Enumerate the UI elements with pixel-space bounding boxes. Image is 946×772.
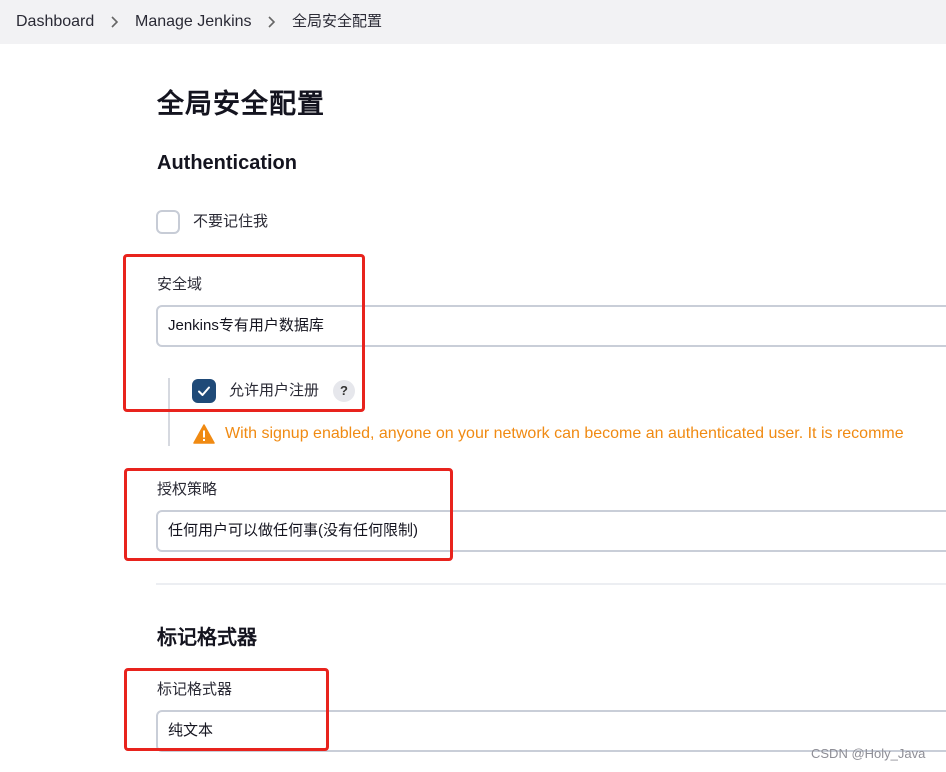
annotation-box-authorization: [124, 468, 453, 561]
chevron-right-icon: [265, 14, 279, 30]
annotation-box-security-realm: [123, 254, 365, 412]
chevron-right-icon: [108, 14, 122, 30]
remember-me-checkbox[interactable]: [156, 210, 180, 234]
breadcrumb-manage-jenkins[interactable]: Manage Jenkins: [135, 12, 252, 32]
breadcrumb-global-security[interactable]: 全局安全配置: [292, 12, 382, 32]
page-title: 全局安全配置: [157, 89, 325, 119]
signup-warning-text: With signup enabled, anyone on your netw…: [225, 425, 904, 442]
annotation-box-markup-formatter: [124, 668, 329, 751]
section-title-markup-formatter: 标记格式器: [157, 627, 257, 649]
section-title-authentication: Authentication: [157, 152, 297, 174]
global-security-page: Dashboard Manage Jenkins 全局安全配置 全局安全配置 A…: [0, 0, 946, 772]
warning-triangle-icon: [193, 424, 215, 444]
watermark: CSDN @Holy_Java: [811, 746, 926, 761]
breadcrumb: Dashboard Manage Jenkins 全局安全配置: [0, 0, 946, 44]
remember-me-label[interactable]: 不要记住我: [193, 213, 268, 231]
section-divider: [156, 583, 946, 585]
breadcrumb-dashboard[interactable]: Dashboard: [16, 12, 94, 32]
